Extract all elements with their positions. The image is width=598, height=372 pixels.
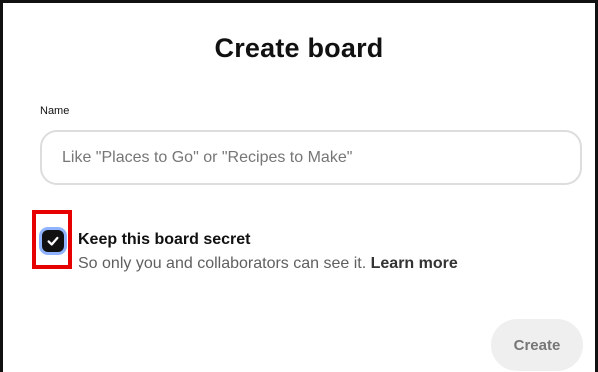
check-icon <box>47 236 59 246</box>
dialog-title: Create board <box>214 33 384 63</box>
name-field-label: Name <box>40 105 70 117</box>
create-button[interactable]: Create <box>491 319 583 371</box>
keep-secret-description-text: So only you and collaborators can see it… <box>78 255 367 272</box>
keep-secret-description: So only you and collaborators can see it… <box>78 255 458 273</box>
keep-secret-title: Keep this board secret <box>78 231 251 248</box>
board-name-input[interactable] <box>40 130 582 185</box>
keep-secret-checkbox[interactable] <box>42 230 64 252</box>
create-board-dialog: Create board Name Keep this board secret… <box>0 0 598 372</box>
learn-more-link[interactable]: Learn more <box>371 255 458 272</box>
